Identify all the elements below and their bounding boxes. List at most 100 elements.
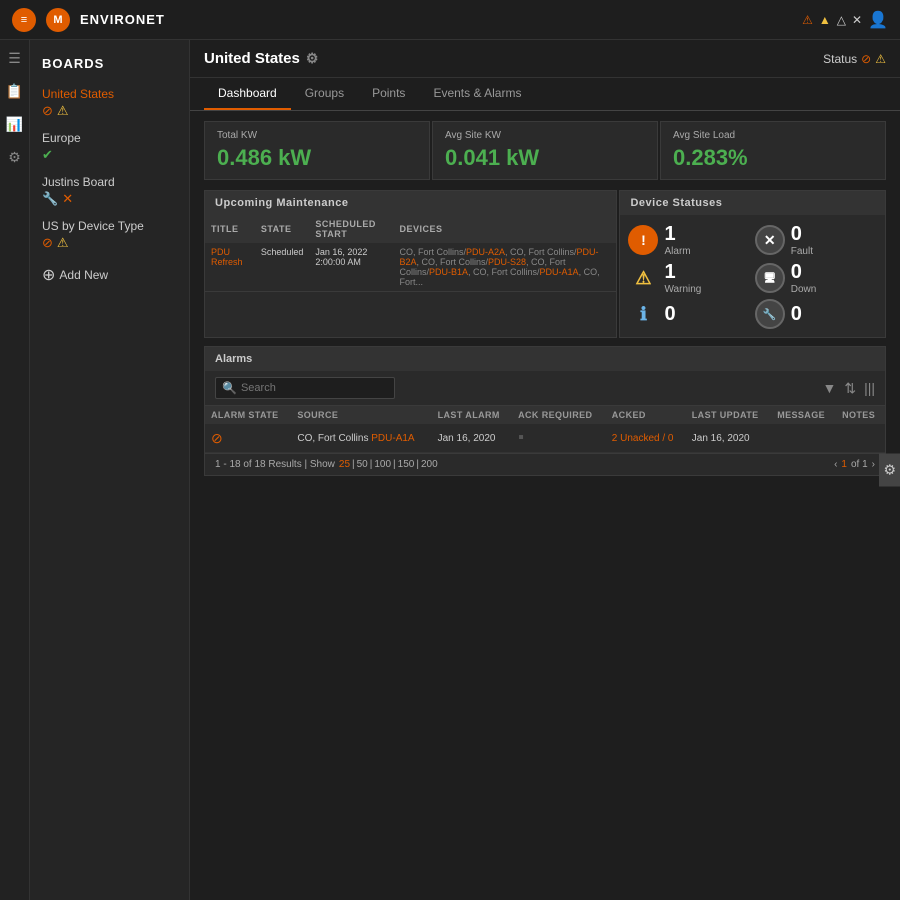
add-new-button[interactable]: ⊕ Add New	[30, 257, 189, 293]
alarms-title: Alarms	[205, 347, 885, 371]
info-count: 0	[664, 303, 675, 326]
acked-link[interactable]: 2 Unacked / 0	[612, 433, 674, 444]
source-link[interactable]: PDU-A1A	[371, 433, 414, 444]
stat-label: Total KW	[217, 130, 417, 141]
alarms-toolbar-right: ▼ ⇅ |||	[822, 380, 875, 397]
nav-chart-icon[interactable]: 📊	[6, 116, 23, 133]
main-layout: ☰ 📋 📊 ⚙ BOARDS United States ⊘ ⚠ Europe …	[0, 40, 900, 900]
tool-circle-icon: 🔧	[755, 299, 785, 329]
nav-menu-icon[interactable]: ☰	[8, 50, 21, 67]
maint-title-cell[interactable]: PDU Refresh	[205, 243, 255, 292]
alarm-source-cell: CO, Fort Collins PDU-A1A	[291, 424, 431, 453]
ds-down: 🖥 0 Down	[755, 261, 877, 295]
warning-badge-icon: ⚠	[57, 103, 69, 119]
ds-info: ℹ 0	[628, 299, 750, 329]
topbar-right: ⚠ ▲ △ ✕ 👤	[802, 10, 888, 30]
ds-fault: ✕ 0 Fault	[755, 223, 877, 257]
col-devices: DEVICES	[394, 215, 617, 243]
maint-scheduled-cell: Jan 16, 2022 2:00:00 AM	[309, 243, 393, 292]
tab-points[interactable]: Points	[358, 78, 419, 110]
sidebar-item-status: ⊘ ⚠	[42, 235, 177, 251]
tab-dashboard[interactable]: Dashboard	[204, 78, 291, 110]
alarms-table: ALARM STATE SOURCE LAST ALARM ACK REQUIR…	[205, 406, 885, 453]
stat-value: 0.283%	[673, 145, 873, 171]
warning-label: Warning	[664, 284, 701, 295]
content-header: United States ⚙ Status ⊘ ⚠	[190, 40, 900, 78]
sidebar-item-justins-board[interactable]: Justins Board 🔧 ✕	[30, 169, 189, 213]
user-icon[interactable]: 👤	[868, 10, 888, 30]
sidebar-item-label: United States	[42, 87, 177, 101]
warning-badge-icon: ⚠	[57, 235, 69, 251]
topbar-left: ≡ M ENVIRONET	[12, 8, 165, 32]
sort-icon[interactable]: ⇅	[844, 380, 856, 397]
warning-count: 1	[664, 261, 701, 284]
search-box[interactable]: 🔍	[215, 377, 395, 399]
alarm-badge-icon: ⊘	[42, 235, 53, 251]
separator: |	[352, 459, 355, 470]
app-title: ENVIRONET	[80, 12, 165, 27]
show-25[interactable]: 25	[339, 459, 350, 470]
columns-icon[interactable]: |||	[864, 380, 875, 396]
alarm-acked-cell: 2 Unacked / 0	[606, 424, 686, 453]
col-message: MESSAGE	[771, 406, 836, 424]
alarms-section: Alarms 🔍 ▼ ⇅ ||| ALARM STATE SOURCE	[204, 346, 886, 476]
menu-button[interactable]: ≡	[12, 8, 36, 32]
status-area: Status ⊘ ⚠	[823, 52, 886, 66]
col-last-alarm: LAST ALARM	[432, 406, 512, 424]
alarm-label: Alarm	[664, 246, 690, 257]
tool-count: 0	[791, 303, 802, 326]
tool-badge-icon: 🔧	[42, 191, 58, 207]
stat-label: Avg Site KW	[445, 130, 645, 141]
alarm-state-icon: ⊘	[211, 430, 223, 446]
sidebar-item-us-device-type[interactable]: US by Device Type ⊘ ⚠	[30, 213, 189, 257]
middle-section: Upcoming Maintenance TITLE STATE SCHEDUL…	[190, 190, 900, 338]
show-50[interactable]: 50	[357, 459, 368, 470]
topbar: ≡ M ENVIRONET ⚠ ▲ △ ✕ 👤	[0, 0, 900, 40]
alarms-footer: 1 - 18 of 18 Results | Show 25 | 50 | 10…	[205, 453, 885, 475]
col-source: SOURCE	[291, 406, 431, 424]
alarm-badge-icon: ⊘	[42, 103, 53, 119]
right-settings-button[interactable]: ⚙	[879, 454, 900, 487]
sidebar-item-label: Europe	[42, 131, 177, 145]
filter-icon[interactable]: ▼	[822, 380, 836, 396]
separator: |	[416, 459, 419, 470]
add-new-label: Add New	[59, 268, 108, 282]
col-notes: NOTES	[836, 406, 885, 424]
sidebar-item-united-states[interactable]: United States ⊘ ⚠	[30, 81, 189, 125]
stat-value: 0.486 kW	[217, 145, 417, 171]
nav-settings-icon[interactable]: ⚙	[8, 149, 21, 166]
search-input[interactable]	[241, 382, 388, 394]
page-title-text: United States	[204, 50, 300, 67]
sidebar-item-europe[interactable]: Europe ✔	[30, 125, 189, 169]
show-150[interactable]: 150	[398, 459, 415, 470]
current-page: 1	[841, 459, 847, 470]
tab-groups[interactable]: Groups	[291, 78, 358, 110]
nav-boards-icon[interactable]: 📋	[6, 83, 23, 100]
sidebar-item-status: ✔	[42, 147, 177, 163]
device-statuses-title: Device Statuses	[620, 191, 885, 215]
device-status-grid: ! 1 Alarm ✕ 0 Fault ⚠	[620, 215, 885, 337]
ds-warning: ⚠ 1 Warning	[628, 261, 750, 295]
stats-row: Total KW 0.486 kW Avg Site KW 0.041 kW A…	[190, 111, 900, 190]
settings-gear-icon[interactable]: ⚙	[306, 50, 319, 67]
tab-events-alarms[interactable]: Events & Alarms	[419, 78, 535, 110]
alarms-toolbar: 🔍 ▼ ⇅ |||	[205, 371, 885, 406]
show-200[interactable]: 200	[421, 459, 438, 470]
gear-icon: ⚙	[883, 462, 896, 478]
alarm-message-cell	[771, 424, 836, 453]
stat-avg-site-kw: Avg Site KW 0.041 kW	[432, 121, 658, 180]
left-nav: ☰ 📋 📊 ⚙	[0, 40, 30, 900]
alarm-icon: ⚠	[802, 13, 813, 27]
app-logo: M	[46, 8, 70, 32]
stat-value: 0.041 kW	[445, 145, 645, 171]
sidebar-item-label: US by Device Type	[42, 219, 177, 233]
warning-icon: ▲	[819, 13, 831, 27]
warning-circle-icon: ⚠	[628, 263, 658, 293]
pagination: ‹ 1 of 1 ›	[834, 459, 875, 470]
prev-page-icon[interactable]: ‹	[834, 459, 837, 470]
tab-bar: Dashboard Groups Points Events & Alarms	[190, 78, 900, 111]
show-100[interactable]: 100	[374, 459, 391, 470]
sidebar: BOARDS United States ⊘ ⚠ Europe ✔ Justin…	[30, 40, 190, 900]
of-pages: of 1	[851, 459, 868, 470]
next-page-icon[interactable]: ›	[872, 459, 875, 470]
